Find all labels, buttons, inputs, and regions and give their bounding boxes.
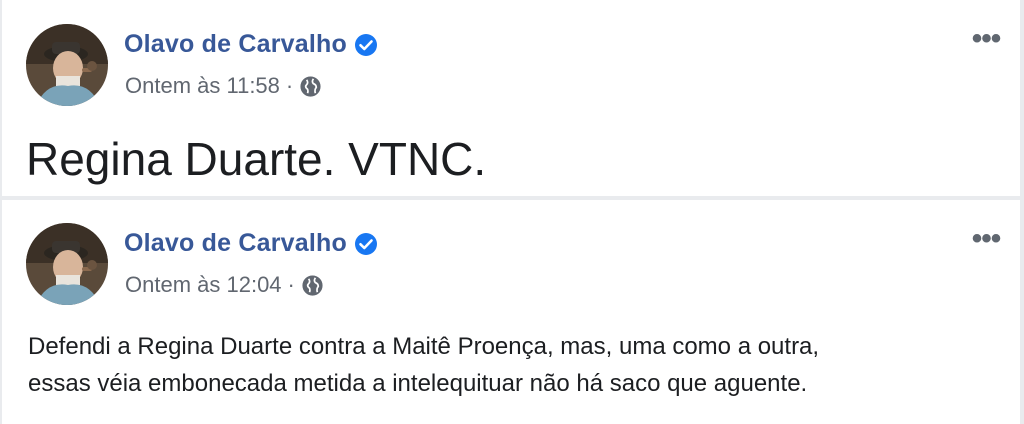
meta-separator: ·	[285, 73, 294, 98]
author-row: Olavo de Carvalho	[124, 30, 378, 59]
post-text: Regina Duarte. VTNC.	[26, 133, 487, 185]
author-name[interactable]: Olavo de Carvalho	[124, 229, 347, 258]
meta-separator: ·	[287, 272, 295, 297]
timestamp-link[interactable]: Ontem às 12:04	[125, 272, 282, 298]
more-options-button[interactable]: •••	[966, 222, 1006, 255]
author-name[interactable]: Olavo de Carvalho	[124, 30, 347, 59]
globe-icon[interactable]	[301, 274, 324, 297]
more-options-icon: •••	[971, 22, 1001, 55]
post-meta: Ontem às 11:58 ·	[125, 73, 322, 99]
more-options-icon: •••	[971, 222, 1001, 255]
post-card: Olavo de Carvalho Ontem às 11:58 · ••• R…	[2, 0, 1020, 196]
globe-icon[interactable]	[299, 75, 322, 98]
verified-badge-icon	[354, 33, 378, 57]
avatar[interactable]	[26, 223, 108, 305]
post-card: Olavo de Carvalho Ontem às 12:04 · ••• D…	[2, 200, 1020, 424]
timestamp-link[interactable]: Ontem às 11:58	[125, 73, 280, 99]
post-text-line: Defendi a Regina Duarte contra a Maitê P…	[28, 333, 820, 360]
post-text-line: essas véia embonecada metida a intelequi…	[28, 370, 808, 397]
verified-badge-icon	[354, 232, 378, 256]
author-row: Olavo de Carvalho	[124, 229, 378, 258]
post-meta: Ontem às 12:04 ·	[125, 272, 324, 298]
screenshot-frame: Olavo de Carvalho Ontem às 11:58 · ••• R…	[0, 0, 1024, 424]
more-options-button[interactable]: •••	[966, 22, 1006, 55]
avatar[interactable]	[26, 24, 108, 106]
post-text: Defendi a Regina Duarte contra a Maitê P…	[28, 328, 1008, 402]
